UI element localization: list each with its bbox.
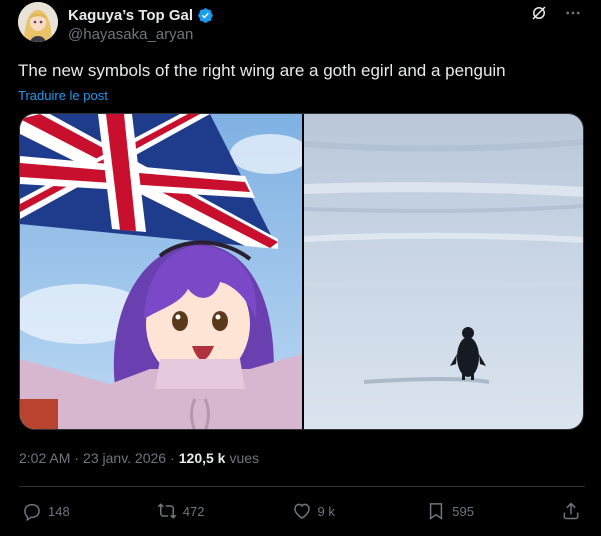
divider — [19, 486, 585, 487]
reply-icon — [24, 504, 40, 521]
action-bar: 148 472 9 k 595 — [22, 500, 581, 522]
reply-button[interactable]: 148 — [22, 501, 112, 521]
media-gallery[interactable] — [19, 113, 584, 430]
share-icon — [563, 502, 579, 520]
meta-separator-2: · — [170, 450, 175, 466]
grok-icon[interactable] — [529, 3, 549, 23]
bookmark-icon — [430, 503, 443, 520]
repost-count: 472 — [182, 503, 205, 519]
handle[interactable]: @hayasaka_aryan — [68, 26, 214, 43]
avatar[interactable] — [18, 2, 58, 42]
heart-icon — [293, 503, 310, 519]
anime-girl-flag-image[interactable] — [20, 114, 302, 429]
meta-separator: · — [74, 450, 80, 466]
like-button[interactable]: 9 k — [292, 501, 382, 521]
bookmark-count: 595 — [452, 503, 474, 519]
translate-link[interactable]: Traduire le post — [18, 88, 108, 103]
tweet-text: The new symbols of the right wing are a … — [18, 61, 506, 80]
reply-count: 148 — [48, 503, 70, 519]
post: Kaguya’s Top Gal @hayasaka_aryan The new… — [0, 0, 601, 536]
more-icon[interactable] — [563, 3, 583, 23]
post-meta: 2:02 AM · 23 janv. 2026 · 120,5 k vues — [19, 450, 259, 466]
views-label: vues — [229, 450, 260, 466]
post-time[interactable]: 2:02 AM — [19, 450, 70, 466]
like-count: 9 k — [317, 503, 335, 519]
repost-button[interactable]: 472 — [157, 501, 247, 521]
views-count: 120,5 k — [178, 450, 226, 466]
bookmark-button[interactable]: 595 — [426, 501, 516, 521]
share-button[interactable] — [561, 501, 581, 521]
post-header: Kaguya’s Top Gal @hayasaka_aryan — [18, 0, 583, 52]
verified-badge-icon — [198, 7, 213, 23]
display-name[interactable]: Kaguya’s Top Gal — [68, 7, 193, 24]
penguin-snow-image[interactable] — [304, 114, 583, 429]
post-date[interactable]: 23 janv. 2026 — [83, 450, 166, 466]
repost-icon — [157, 503, 177, 519]
